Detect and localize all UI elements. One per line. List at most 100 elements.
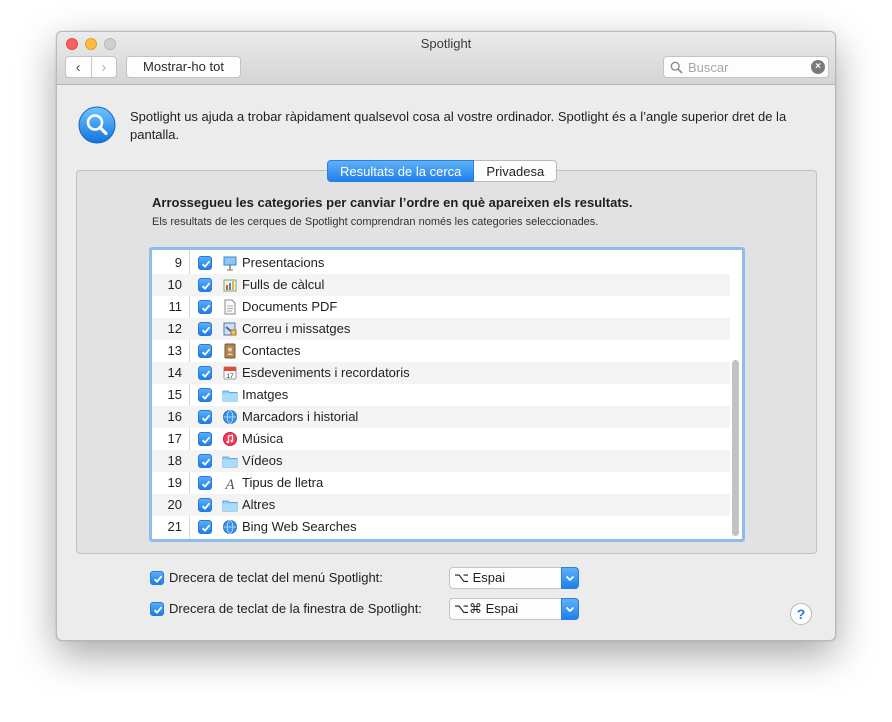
category-checkbox[interactable] (198, 432, 212, 446)
music-icon (223, 432, 237, 446)
category-checkbox[interactable] (198, 366, 212, 380)
window-title: Spotlight (420, 36, 472, 51)
font-icon: A (224, 477, 235, 491)
preferences-window: Spotlight ‹ › Mostrar-ho tot × Spotlight… (56, 31, 836, 641)
search-field[interactable]: × (663, 56, 829, 78)
category-label: Contactes (242, 343, 301, 358)
globe-icon (223, 520, 237, 534)
category-checkbox[interactable] (198, 476, 212, 490)
list-item[interactable]: 16 Marcadors i historial (152, 406, 730, 428)
category-order-number: 19 (167, 475, 182, 490)
checkmark-icon (201, 524, 211, 532)
calendar-icon: 17 (223, 366, 237, 380)
window-shortcut-label: Drecera de teclat de la finestra de Spot… (169, 601, 422, 616)
list-item[interactable]: 18 Vídeos (152, 450, 730, 472)
list-item[interactable]: 11 Documents PDF (152, 296, 730, 318)
checkmark-icon (201, 392, 211, 400)
checkmark-icon (201, 502, 211, 510)
svg-text:17: 17 (226, 373, 234, 380)
category-checkbox[interactable] (198, 520, 212, 534)
checkmark-icon (201, 282, 211, 290)
clear-icon[interactable]: × (811, 60, 825, 74)
list-item[interactable]: 9 Presentacions (152, 252, 730, 274)
menu-shortcut-checkbox[interactable] (150, 571, 164, 585)
category-label: Altres (242, 497, 276, 512)
back-button[interactable]: ‹ (66, 57, 91, 77)
category-checkbox[interactable] (198, 278, 212, 292)
checkmark-icon (201, 370, 211, 378)
list-item[interactable]: 15 Imatges (152, 384, 730, 406)
list-item[interactable]: 21 Bing Web Searches (152, 516, 730, 538)
category-order-number: 16 (167, 409, 182, 424)
category-label: Esdeveniments i recordatoris (242, 365, 410, 380)
list-scrollbar[interactable] (732, 360, 739, 536)
search-icon (670, 61, 683, 74)
category-checkbox[interactable] (198, 256, 212, 270)
tab-bar: Resultats de la cerca Privadesa (327, 160, 558, 182)
category-order-number: 20 (167, 497, 182, 512)
categories-list[interactable]: 9 Presentacions 10 Fulls de càlcul 11 Documen… (149, 247, 745, 542)
mail-icon (223, 322, 237, 336)
chevron-down-icon (561, 598, 579, 620)
checkmark-icon (201, 304, 211, 312)
category-order-number: 12 (167, 321, 182, 336)
tab-search-results[interactable]: Resultats de la cerca (327, 160, 475, 182)
show-all-button[interactable]: Mostrar-ho tot (126, 56, 241, 78)
list-item[interactable]: 20 Altres (152, 494, 730, 516)
spreadsheet-icon (223, 279, 237, 292)
list-item[interactable]: 13 Contactes (152, 340, 730, 362)
category-checkbox[interactable] (198, 388, 212, 402)
checkmark-icon (153, 575, 163, 583)
search-input[interactable] (686, 58, 806, 76)
checkmark-icon (201, 458, 211, 466)
category-order-number: 9 (174, 255, 182, 270)
category-label: Música (242, 431, 284, 446)
window-shortcut-popup[interactable]: ⌥⌘ Espai (449, 598, 579, 620)
list-item[interactable]: 14 17 Esdeveniments i recordatoris (152, 362, 730, 384)
globe-icon (223, 410, 237, 424)
results-subheading: Els resultats de les cerques de Spotligh… (152, 216, 599, 228)
checkmark-icon (153, 606, 163, 614)
category-label: Tipus de lletra (242, 475, 324, 490)
chevron-down-icon (561, 567, 579, 589)
intro-text: Spotlight us ajuda a trobar ràpidament q… (130, 109, 787, 142)
forward-button[interactable]: › (90, 57, 117, 77)
category-checkbox[interactable] (198, 322, 212, 336)
category-checkbox[interactable] (198, 454, 212, 468)
category-checkbox[interactable] (198, 410, 212, 424)
category-label: Documents PDF (242, 299, 338, 314)
chevron-right-icon: › (101, 58, 107, 76)
presentation-icon (223, 256, 237, 271)
category-order-number: 10 (167, 277, 182, 292)
category-order-number: 21 (167, 519, 182, 534)
chevron-left-icon: ‹ (75, 58, 81, 76)
menu-shortcut-value: ⌥ Espai (454, 570, 506, 585)
category-label: Presentacions (242, 255, 325, 270)
category-label: Vídeos (242, 453, 283, 468)
checkmark-icon (201, 348, 211, 356)
category-order-number: 15 (167, 387, 182, 402)
category-label: Bing Web Searches (242, 519, 357, 534)
checkmark-icon (201, 326, 211, 334)
category-label: Marcadors i historial (242, 409, 359, 424)
menu-shortcut-popup[interactable]: ⌥ Espai (449, 567, 579, 589)
checkmark-icon (201, 414, 211, 422)
category-label: Correu i missatges (242, 321, 351, 336)
category-checkbox[interactable] (198, 300, 212, 314)
tab-privacy[interactable]: Privadesa (474, 160, 558, 182)
checkmark-icon (201, 436, 211, 444)
category-checkbox[interactable] (198, 344, 212, 358)
help-button[interactable]: ? (790, 603, 812, 625)
menu-shortcut-label: Drecera de teclat del menú Spotlight: (169, 570, 383, 585)
window-shortcut-value: ⌥⌘ Espai (454, 601, 519, 616)
category-checkbox[interactable] (198, 498, 212, 512)
folder-icon (222, 390, 238, 402)
category-label: Fulls de càlcul (242, 277, 325, 292)
list-item[interactable]: 12 Correu i missatges (152, 318, 730, 340)
list-item[interactable]: 10 Fulls de càlcul (152, 274, 730, 296)
title-bar: Spotlight ‹ › Mostrar-ho tot × (57, 32, 835, 85)
window-shortcut-checkbox[interactable] (150, 602, 164, 616)
spotlight-icon (78, 106, 116, 144)
list-item[interactable]: 19 A Tipus de lletra (152, 472, 730, 494)
list-item[interactable]: 17 Música (152, 428, 730, 450)
